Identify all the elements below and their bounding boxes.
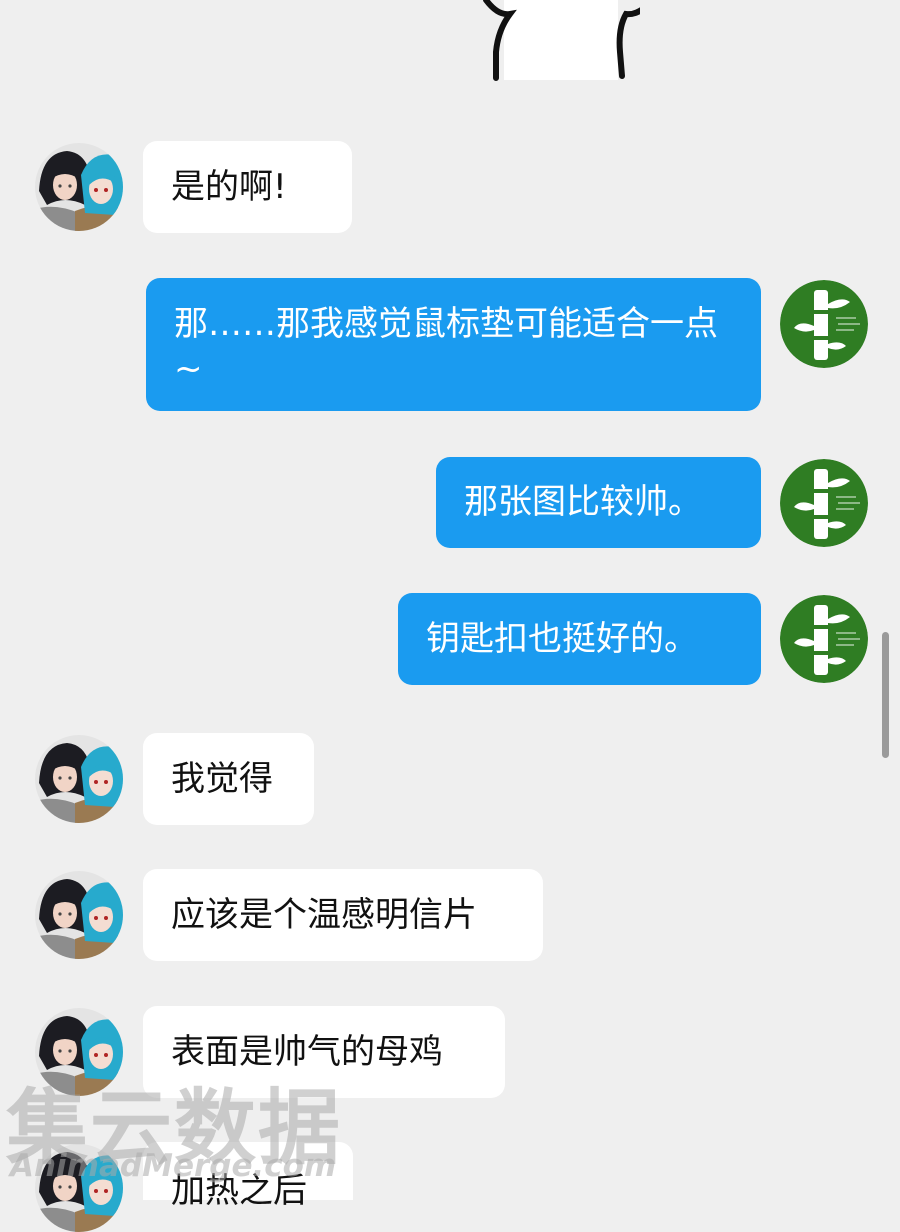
message-text: 应该是个温感明信片	[171, 894, 477, 935]
message-text: 钥匙扣也挺好的。	[426, 618, 698, 659]
self-avatar[interactable]	[780, 459, 868, 547]
anime-couple-avatar-icon	[35, 1008, 123, 1096]
message-text: 加热之后	[171, 1171, 307, 1211]
bamboo-avatar-icon	[780, 280, 868, 368]
message-text: 我觉得	[171, 758, 273, 799]
bamboo-avatar-icon	[780, 459, 868, 547]
message-bubble-incoming[interactable]: 是的啊!	[143, 141, 352, 233]
self-avatar[interactable]	[780, 280, 868, 368]
anime-couple-avatar-icon	[35, 871, 123, 959]
anime-couple-avatar-icon	[35, 1144, 123, 1232]
message-text: 表面是帅气的母鸡	[171, 1031, 443, 1072]
sticker-image	[470, 0, 657, 82]
contact-avatar[interactable]	[35, 1008, 123, 1096]
contact-avatar[interactable]	[35, 735, 123, 823]
anime-couple-avatar-icon	[35, 143, 123, 231]
message-bubble-outgoing[interactable]: 那张图比较帅。	[436, 457, 761, 548]
message-bubble-incoming[interactable]: 表面是帅气的母鸡	[143, 1006, 505, 1098]
self-avatar[interactable]	[780, 595, 868, 683]
contact-avatar[interactable]	[35, 871, 123, 959]
message-text: 那……那我感觉鼠标垫可能适合一点~	[174, 304, 718, 389]
message-bubble-outgoing[interactable]: 钥匙扣也挺好的。	[398, 593, 761, 685]
message-bubble-incoming[interactable]: 应该是个温感明信片	[143, 869, 543, 961]
bamboo-avatar-icon	[780, 595, 868, 683]
message-bubble-incoming[interactable]: 我觉得	[143, 733, 314, 825]
contact-avatar[interactable]	[35, 143, 123, 231]
message-bubble-outgoing[interactable]: 那……那我感觉鼠标垫可能适合一点~	[146, 278, 761, 411]
anime-couple-avatar-icon	[35, 735, 123, 823]
message-text: 那张图比较帅。	[464, 482, 702, 522]
scrollbar-thumb[interactable]	[882, 632, 889, 758]
message-text: 是的啊!	[171, 166, 287, 207]
contact-avatar[interactable]	[35, 1144, 123, 1232]
message-bubble-incoming[interactable]: 加热之后	[143, 1142, 353, 1211]
